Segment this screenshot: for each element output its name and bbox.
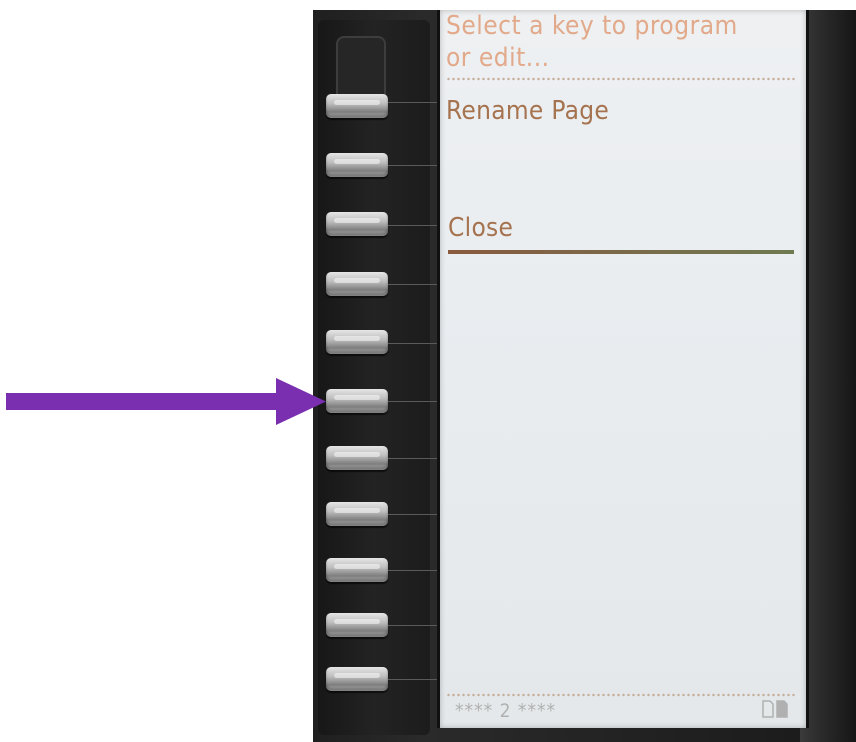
- page-icon: [762, 700, 788, 718]
- programmable-key-8[interactable]: [326, 502, 388, 526]
- programmable-key-4[interactable]: [326, 272, 388, 296]
- programmable-key-11[interactable]: [326, 667, 388, 691]
- dotted-divider-top: [446, 77, 796, 81]
- key-11-leader-line: [388, 679, 438, 680]
- key-6-leader-line: [388, 401, 438, 402]
- menu-item-rename-page[interactable]: Rename Page: [446, 96, 609, 126]
- key-8-leader-line: [388, 514, 438, 515]
- programmable-key-3[interactable]: [326, 212, 388, 236]
- screen-prompt: Select a key to program or edit...: [446, 10, 796, 74]
- key-10-leader-line: [388, 625, 438, 626]
- top-key-slot: [336, 36, 386, 98]
- programmable-key-6[interactable]: [326, 389, 388, 413]
- programmable-key-1[interactable]: [326, 94, 388, 118]
- key-5-leader-line: [388, 343, 438, 344]
- page-indicator-icons: [762, 700, 790, 722]
- key-7-leader-line: [388, 458, 438, 459]
- prompt-line-1: Select a key to program: [446, 11, 738, 41]
- key-9-leader-line: [388, 570, 438, 571]
- programmable-key-7[interactable]: [326, 446, 388, 470]
- page-status-indicator: **** 2 ****: [455, 700, 557, 722]
- programmable-key-5[interactable]: [326, 330, 388, 354]
- programmable-key-10[interactable]: [326, 613, 388, 637]
- selection-underline: [448, 250, 794, 254]
- key-3-leader-line: [388, 225, 438, 226]
- dotted-divider-bottom: [446, 693, 796, 697]
- key-2-leader-line: [388, 165, 438, 166]
- menu-item-close[interactable]: Close: [448, 213, 513, 243]
- purple-arrow-icon: [6, 378, 326, 425]
- prompt-line-2: or edit...: [446, 43, 550, 73]
- lcd-screen: Select a key to program or edit... Renam…: [437, 10, 809, 728]
- key-4-leader-line: [388, 284, 438, 285]
- key-1-leader-line: [388, 102, 438, 103]
- programmable-key-2[interactable]: [326, 153, 388, 177]
- programmable-key-9[interactable]: [326, 558, 388, 582]
